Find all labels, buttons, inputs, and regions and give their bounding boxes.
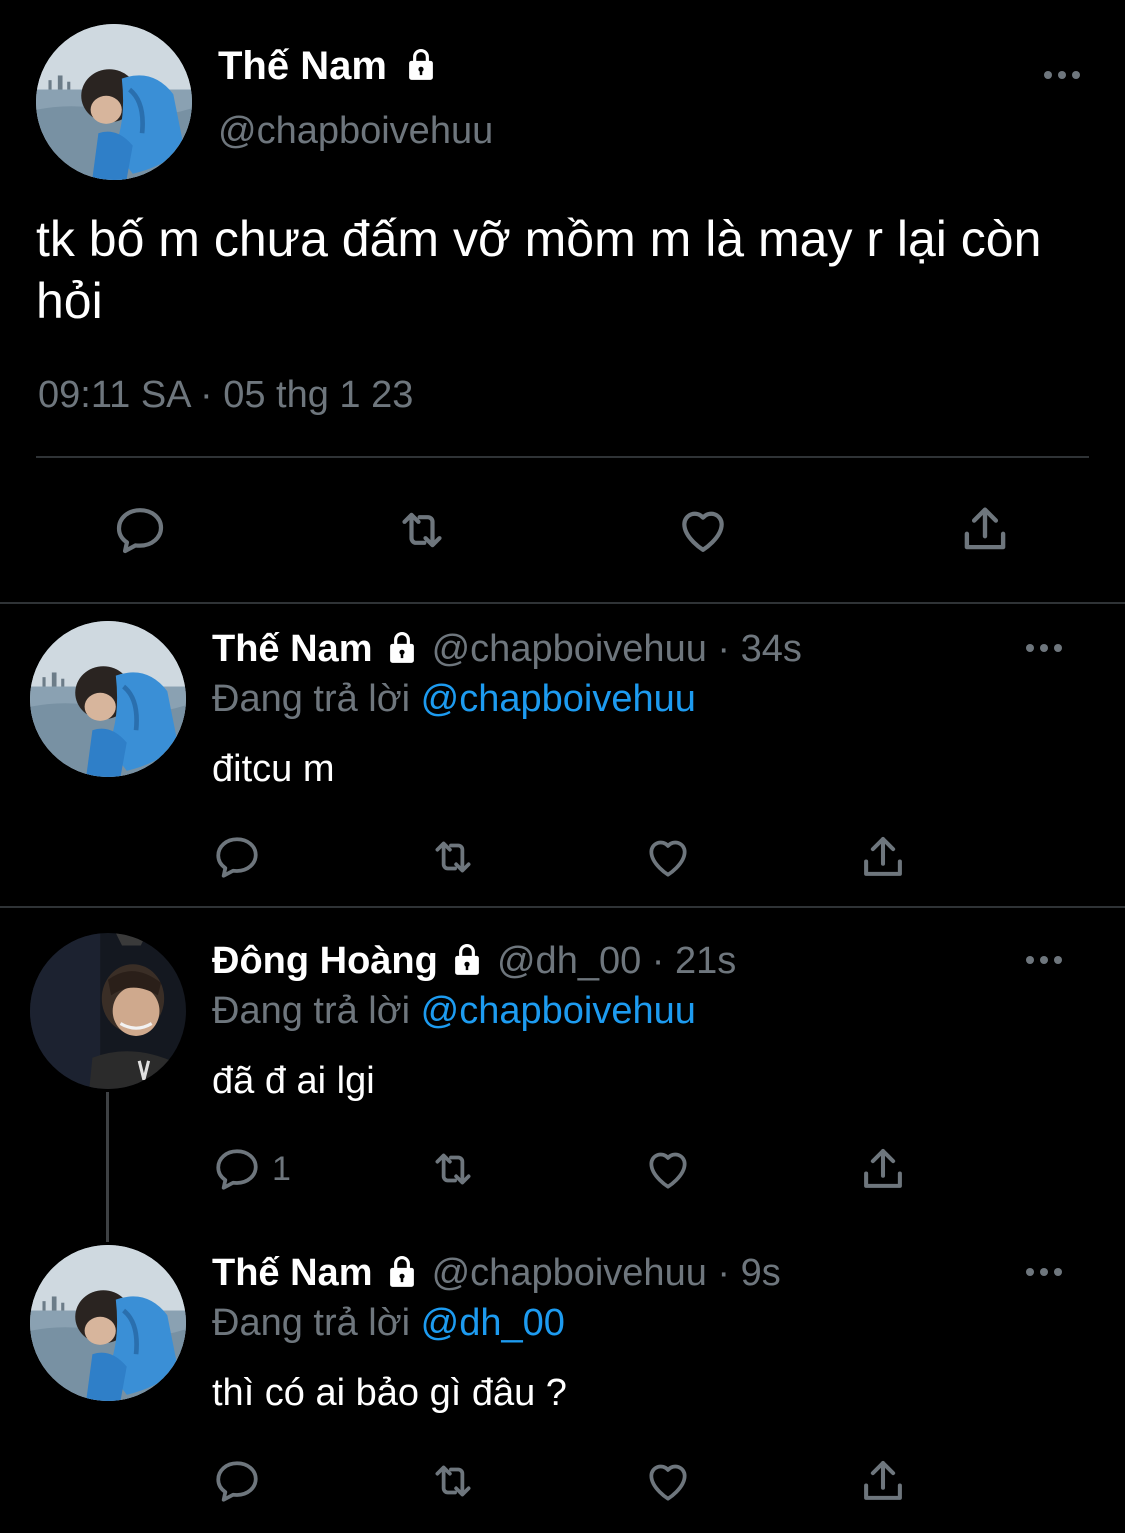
share-button[interactable] [856,1454,910,1508]
reply-avatar[interactable] [30,1245,186,1401]
share-icon [956,500,1014,558]
reply-button[interactable] [212,832,272,882]
replying-to-link[interactable]: @chapboivehuu [421,678,696,720]
divider [0,602,1125,604]
reply-icon [212,832,262,882]
like-icon [642,832,694,882]
reply-text: đitcu m [212,748,335,790]
divider [0,906,1125,908]
reply-time: · 9s [717,1252,781,1294]
replying-to-line: Đang trả lời @chapboivehuu [212,990,696,1033]
retweet-icon [424,1144,482,1194]
retweet-icon [424,1456,482,1506]
lock-icon [448,940,486,978]
share-button[interactable] [856,830,910,884]
like-button[interactable] [642,1144,694,1194]
main-tweet-display-name[interactable]: Thế Nam [218,44,440,89]
reply-header: Thế Nam @chapboivehuu · 34s [212,628,802,671]
main-tweet-avatar[interactable] [36,24,192,180]
replying-to-link[interactable]: @chapboivehuu [421,990,696,1032]
display-name-text: Thế Nam [218,44,387,88]
reply-count: 1 [272,1149,291,1188]
main-tweet-timestamp: 09:11 SA · 05 thg 1 23 [38,374,414,416]
reply-text: đã đ ai lgi [212,1060,375,1102]
reply-display-name[interactable]: Thế Nam [212,1252,372,1294]
reply-handle[interactable]: @dh_00 [497,940,641,982]
replying-label: Đang trả lời [212,1302,411,1344]
more-options-icon[interactable] [1026,644,1062,652]
divider [36,456,1089,458]
like-button[interactable] [642,832,694,882]
reply-button[interactable] [112,502,168,558]
retweet-button[interactable] [424,832,482,882]
like-button[interactable] [642,1456,694,1506]
reply-header: Đông Hoàng @dh_00 · 21s [212,940,736,983]
lock-icon [383,1252,421,1290]
like-icon [642,1144,694,1194]
lock-icon [402,45,440,83]
share-icon [856,1142,910,1196]
reply-time: · 21s [651,940,737,982]
replying-label: Đang trả lời [212,990,411,1032]
reply-button[interactable]: 1 [212,1144,291,1194]
reply-handle[interactable]: @chapboivehuu [432,628,707,670]
reply-display-name[interactable]: Thế Nam [212,628,372,670]
share-icon [856,1454,910,1508]
share-button[interactable] [956,500,1014,558]
reply-button[interactable] [212,1456,272,1506]
retweet-icon [424,832,482,882]
retweet-button[interactable] [424,1144,482,1194]
reply-display-name[interactable]: Đông Hoàng [212,940,438,982]
reply-icon [112,502,168,558]
reply-avatar[interactable] [30,933,186,1089]
share-icon [856,830,910,884]
main-tweet-handle[interactable]: @chapboivehuu [218,110,493,153]
retweet-button[interactable] [424,1456,482,1506]
retweet-icon [392,502,452,558]
more-options-icon[interactable] [1026,956,1062,964]
reply-icon [212,1144,262,1194]
more-options-icon[interactable] [1026,1268,1062,1276]
reply-time: · 34s [717,628,802,670]
share-button[interactable] [856,1142,910,1196]
retweet-button[interactable] [392,502,452,558]
lock-icon [383,628,421,666]
reply-text: thì có ai bảo gì đâu ? [212,1372,567,1414]
like-icon [674,502,732,558]
replying-to-link[interactable]: @dh_00 [421,1302,565,1344]
replying-label: Đang trả lời [212,678,411,720]
like-button[interactable] [674,502,732,558]
thread-connector-line [106,1092,109,1242]
reply-handle[interactable]: @chapboivehuu [432,1252,707,1294]
reply-avatar[interactable] [30,621,186,777]
reply-header: Thế Nam @chapboivehuu · 9s [212,1252,781,1295]
replying-to-line: Đang trả lời @dh_00 [212,1302,565,1345]
main-tweet-text: tk bố m chưa đấm vỡ mồm m là may r lại c… [36,211,1042,329]
more-options-icon[interactable] [1044,71,1080,79]
reply-icon [212,1456,262,1506]
like-icon [642,1456,694,1506]
replying-to-line: Đang trả lời @chapboivehuu [212,678,696,721]
